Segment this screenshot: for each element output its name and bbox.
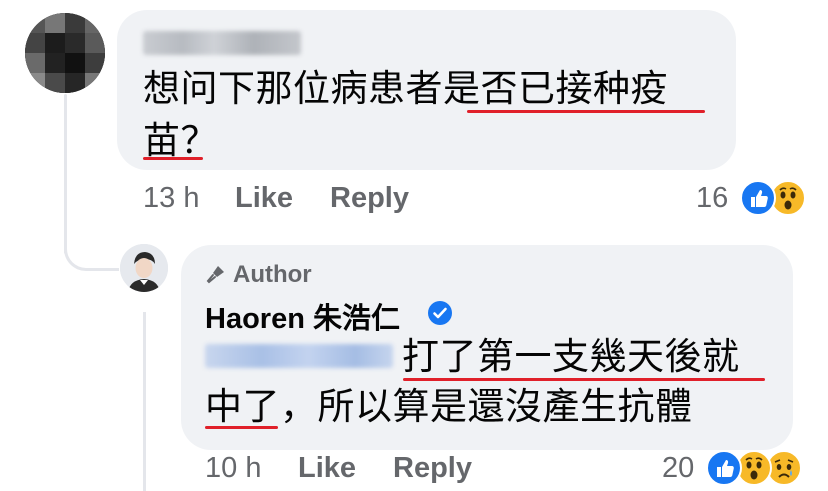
reply-like-button[interactable]: Like xyxy=(298,452,356,485)
microphone-icon xyxy=(206,266,224,284)
like-reaction-icon xyxy=(740,180,776,216)
pixelated-avatar-icon xyxy=(25,13,105,93)
redacted-mention[interactable] xyxy=(205,344,393,368)
author-photo-icon xyxy=(120,244,168,292)
reply-author-name[interactable]: Haoren 朱浩仁 xyxy=(205,295,400,337)
red-underline xyxy=(143,157,203,160)
author-badge-label: Author xyxy=(233,261,312,288)
reply-reaction-count[interactable]: 20 xyxy=(662,452,694,485)
red-underline xyxy=(403,378,765,381)
reply-text-line-2: 中了，所以算是還沒產生抗體 xyxy=(205,386,693,427)
like-reaction-icon xyxy=(706,450,742,486)
commenter-avatar[interactable] xyxy=(25,13,105,93)
redacted-commenter-name[interactable] xyxy=(143,31,301,55)
author-avatar[interactable] xyxy=(120,244,168,292)
comment-text-line-2: 苗？ xyxy=(143,120,218,161)
red-underline xyxy=(205,426,278,429)
reply-thread-line xyxy=(143,312,146,491)
comment-reply-button[interactable]: Reply xyxy=(330,182,409,215)
comment-like-button[interactable]: Like xyxy=(235,182,293,215)
verified-badge-icon xyxy=(428,301,452,325)
author-badge: Author xyxy=(205,261,312,289)
red-underline xyxy=(467,110,705,113)
thread-connector xyxy=(64,230,119,271)
comment-timestamp[interactable]: 13 h xyxy=(143,182,199,215)
reply-timestamp[interactable]: 10 h xyxy=(205,452,261,485)
comment-reaction-count[interactable]: 16 xyxy=(696,182,728,215)
reply-reply-button[interactable]: Reply xyxy=(393,452,472,485)
